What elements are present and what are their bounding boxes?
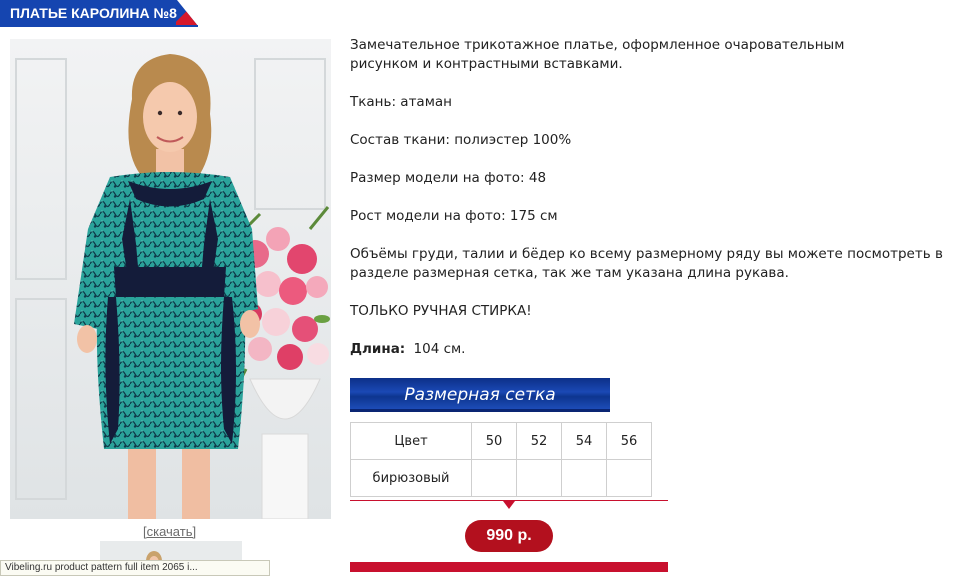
- download-link[interactable]: [скачать]: [143, 524, 196, 539]
- title-underline: [0, 25, 198, 27]
- length-line: Длина: 104 см.: [350, 340, 980, 359]
- measurements-text: Объёмы груди, талии и бёдер ко всему раз…: [350, 246, 943, 281]
- description-intro: Замечательное трикотажное платье, оформл…: [350, 37, 845, 72]
- size-header: 56: [606, 422, 652, 460]
- size-header: 50: [471, 422, 517, 460]
- quantity-cell[interactable]: [471, 459, 517, 497]
- price-badge: 990 р.: [465, 520, 553, 552]
- price-pointer-icon: [503, 501, 515, 509]
- size-chart-button[interactable]: Размерная сетка: [350, 378, 610, 412]
- model-size-text: Размер модели на фото: 48: [350, 170, 547, 186]
- size-header: 54: [561, 422, 607, 460]
- add-to-cart-button[interactable]: [350, 562, 668, 572]
- dress-photo-illustration: [10, 39, 331, 519]
- color-header: Цвет: [350, 422, 472, 460]
- product-description: Замечательное трикотажное платье, оформл…: [350, 36, 980, 378]
- composition-text: Состав ткани: полиэстер 100%: [350, 132, 572, 148]
- product-title-tab: ПЛАТЬЕ КАРОЛИНА №8: [0, 0, 198, 26]
- hand-wash-text: ТОЛЬКО РУЧНАЯ СТИРКА!: [350, 303, 532, 319]
- product-photo[interactable]: [10, 39, 331, 519]
- size-table: Цвет 50 52 54 56 бирюзовый: [350, 422, 652, 497]
- length-value: 104 см.: [413, 341, 466, 357]
- page-title: ПЛАТЬЕ КАРОЛИНА №8: [10, 5, 177, 21]
- quantity-cell[interactable]: [561, 459, 607, 497]
- fabric-text: Ткань: атаман: [350, 94, 452, 110]
- quantity-cell[interactable]: [516, 459, 562, 497]
- table-row: бирюзовый: [350, 459, 652, 497]
- size-table-header-row: Цвет 50 52 54 56: [350, 422, 652, 460]
- length-label: Длина:: [350, 341, 406, 357]
- color-name-cell: бирюзовый: [350, 459, 472, 497]
- tooltip: Vibeling.ru product pattern full item 20…: [0, 560, 270, 576]
- model-height-text: Рост модели на фото: 175 см: [350, 208, 558, 224]
- size-header: 52: [516, 422, 562, 460]
- quantity-cell[interactable]: [606, 459, 652, 497]
